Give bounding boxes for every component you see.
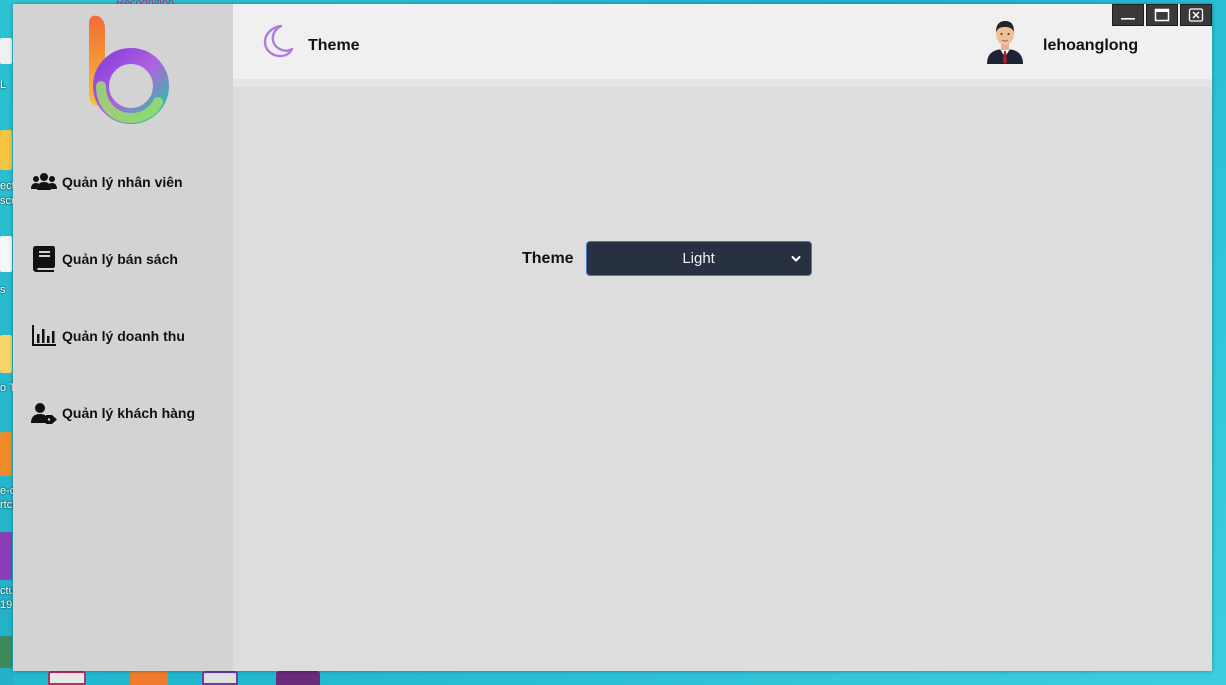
window-controls bbox=[1112, 4, 1212, 26]
desktop-icon[interactable] bbox=[0, 532, 12, 580]
taskbar-icon[interactable] bbox=[130, 671, 168, 685]
user-tag-icon bbox=[31, 400, 57, 426]
desktop-icon[interactable] bbox=[0, 38, 12, 64]
close-icon bbox=[1188, 8, 1204, 22]
book-icon bbox=[31, 246, 57, 272]
desktop-icon-label: e-c bbox=[0, 485, 13, 497]
theme-setting: Theme Light bbox=[522, 241, 812, 276]
avatar[interactable] bbox=[984, 19, 1026, 64]
sidebar: Quản lý nhân viên Quản lý bán sách Quản … bbox=[13, 4, 233, 671]
bar-chart-icon bbox=[31, 323, 57, 349]
desktop-icon-label: scu bbox=[0, 195, 13, 207]
users-icon bbox=[31, 169, 57, 195]
header: Theme lehoanglong bbox=[233, 4, 1212, 79]
desktop-icon[interactable] bbox=[0, 432, 12, 476]
theme-select[interactable]: Light bbox=[585, 241, 812, 276]
sidebar-item-label: Quản lý khách hàng bbox=[62, 405, 196, 421]
desktop-icon[interactable] bbox=[0, 236, 12, 272]
desktop-icon-label: 19 bbox=[0, 599, 13, 611]
sidebar-item-label: Quản lý doanh thu bbox=[62, 328, 185, 344]
close-button[interactable] bbox=[1180, 4, 1212, 26]
minimize-icon bbox=[1121, 18, 1135, 20]
maximize-button[interactable] bbox=[1146, 4, 1178, 26]
brand-logo bbox=[89, 15, 169, 124]
desktop-icon-label: o Te bbox=[0, 382, 13, 394]
sidebar-item-label: Quản lý bán sách bbox=[62, 251, 178, 267]
sidebar-item-customers[interactable]: Quản lý khách hàng bbox=[31, 399, 195, 427]
maximize-icon bbox=[1154, 8, 1170, 22]
taskbar-icon[interactable] bbox=[48, 671, 86, 685]
moon-icon bbox=[263, 24, 294, 58]
sidebar-item-book-sales[interactable]: Quản lý bán sách bbox=[31, 245, 178, 273]
theme-label: Theme bbox=[522, 249, 574, 267]
page-title: Theme bbox=[308, 37, 360, 54]
sidebar-item-revenue[interactable]: Quản lý doanh thu bbox=[31, 322, 185, 350]
app-window: Quản lý nhân viên Quản lý bán sách Quản … bbox=[13, 4, 1212, 671]
desktop-icon[interactable] bbox=[0, 335, 12, 373]
desktop-edge: L ect scu s o Te e-c rtcu ctu 19 bbox=[0, 0, 13, 685]
minimize-button[interactable] bbox=[1112, 4, 1144, 26]
desktop-icon-label: ctu bbox=[0, 585, 13, 597]
desktop-icon[interactable] bbox=[0, 130, 12, 170]
username: lehoanglong bbox=[1043, 37, 1139, 54]
sidebar-item-employees[interactable]: Quản lý nhân viên bbox=[31, 168, 183, 196]
desktop-icon[interactable] bbox=[0, 636, 12, 668]
theme-select-value: Light bbox=[682, 250, 715, 267]
sidebar-item-label: Quản lý nhân viên bbox=[62, 174, 183, 190]
desktop-icon-label: L bbox=[0, 79, 7, 91]
desktop-icon-label: ect bbox=[0, 180, 13, 192]
taskbar-icon[interactable] bbox=[202, 671, 238, 685]
desktop-icon-label: s bbox=[0, 284, 6, 296]
chevron-down-icon bbox=[791, 256, 801, 262]
desktop-icon-label: rtcu bbox=[0, 499, 13, 511]
header-divider bbox=[233, 79, 1212, 87]
taskbar-icon[interactable] bbox=[276, 671, 320, 685]
